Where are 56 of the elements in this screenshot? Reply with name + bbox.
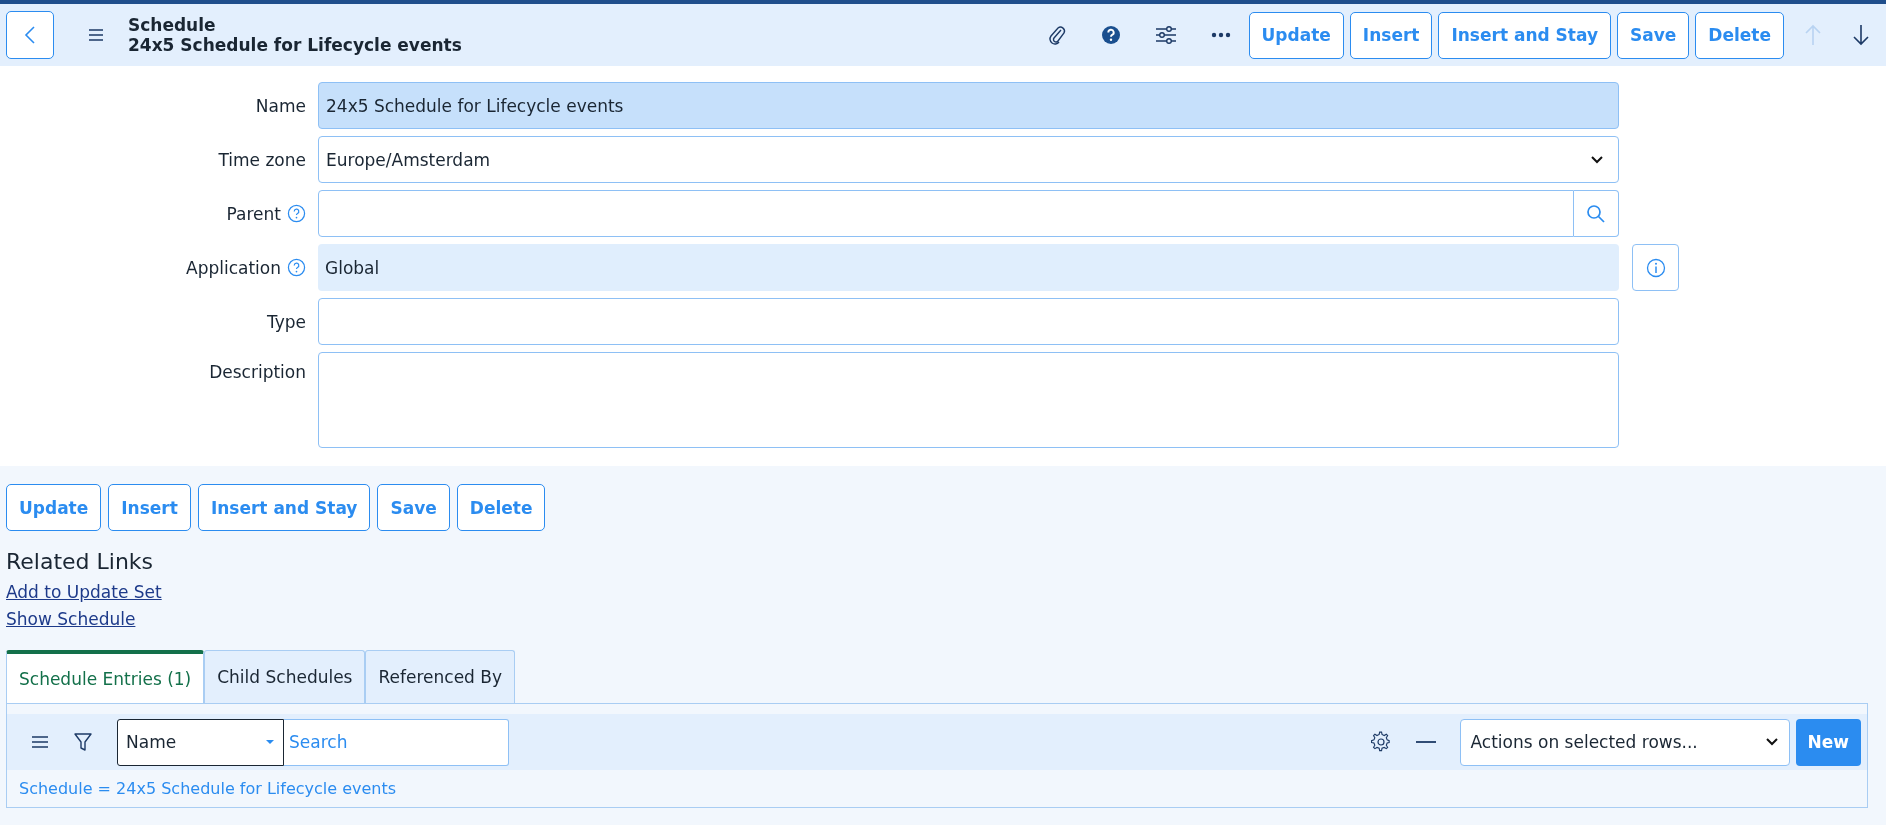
field-label: Application <box>186 257 281 278</box>
form-action-button[interactable]: Insert and Stay <box>197 484 371 531</box>
related-list-tab[interactable]: Referenced By <box>365 650 515 703</box>
filter-breadcrumb[interactable]: Schedule = 24x5 Schedule for Lifecycle events <box>19 779 397 798</box>
search-column-select[interactable]: Name <box>117 718 284 766</box>
related-list-tab[interactable]: Schedule Entries (1) <box>6 650 205 703</box>
sliders-icon[interactable] <box>1154 25 1177 45</box>
paperclip-icon[interactable] <box>1046 24 1067 46</box>
form-action-button[interactable]: Save <box>377 484 450 531</box>
related-links-heading: Related Links <box>6 548 154 576</box>
text-field[interactable] <box>318 298 1619 345</box>
record-title: 24x5 Schedule for Lifecycle events <box>128 35 462 55</box>
related-list-tab[interactable]: Child Schedules <box>204 650 366 703</box>
new-button[interactable]: New <box>1795 718 1861 766</box>
chevron-down-icon <box>1590 154 1604 165</box>
more-icon[interactable] <box>1210 32 1231 38</box>
header-action-button[interactable]: Update <box>1248 11 1344 59</box>
description-field[interactable] <box>318 352 1619 448</box>
chevron-left-icon <box>24 25 36 45</box>
chevron-down-icon <box>1764 737 1779 747</box>
form-action-button[interactable]: Delete <box>456 484 546 531</box>
settings-icon[interactable] <box>1369 731 1392 753</box>
form-title: Schedule <box>128 15 217 35</box>
collapse-icon[interactable] <box>1415 740 1436 744</box>
caret-down-icon <box>265 739 275 745</box>
form-action-button[interactable]: Update <box>6 484 102 531</box>
search-field[interactable]: Search <box>284 718 509 766</box>
related-link[interactable]: Show Schedule <box>6 606 136 633</box>
field-label: Time zone <box>218 149 306 170</box>
menu-icon[interactable] <box>88 28 104 42</box>
info-button[interactable] <box>1632 244 1679 291</box>
actions-select[interactable]: Actions on selected rows... <box>1459 718 1790 766</box>
text-field[interactable]: 24x5 Schedule for Lifecycle events <box>318 82 1619 129</box>
header-action-button[interactable]: Insert and Stay <box>1438 11 1611 59</box>
field-label: Name <box>255 95 306 116</box>
info-icon <box>1645 257 1666 278</box>
readonly-field: Global <box>318 244 1619 291</box>
search-icon <box>1586 203 1606 224</box>
arrow-down-icon[interactable] <box>1852 24 1870 46</box>
search-button[interactable] <box>1574 190 1619 237</box>
menu-icon[interactable] <box>31 735 49 749</box>
help-icon[interactable] <box>287 258 306 277</box>
header-action-button[interactable]: Insert <box>1349 11 1433 59</box>
header-action-button[interactable]: Delete <box>1695 11 1784 59</box>
back-button[interactable] <box>6 11 54 59</box>
field-label: Parent <box>226 203 281 224</box>
reference-field[interactable] <box>318 190 1574 237</box>
help-icon[interactable] <box>287 204 306 223</box>
select-field[interactable]: Europe/Amsterdam <box>318 136 1619 183</box>
field-label: Type <box>266 311 306 332</box>
related-link[interactable]: Add to Update Set <box>6 579 162 606</box>
field-label: Description <box>209 362 306 382</box>
help-icon[interactable] <box>1100 25 1121 45</box>
header-action-button[interactable]: Save <box>1617 11 1690 59</box>
form-action-button[interactable]: Insert <box>108 484 191 531</box>
filter-icon[interactable] <box>73 732 93 752</box>
